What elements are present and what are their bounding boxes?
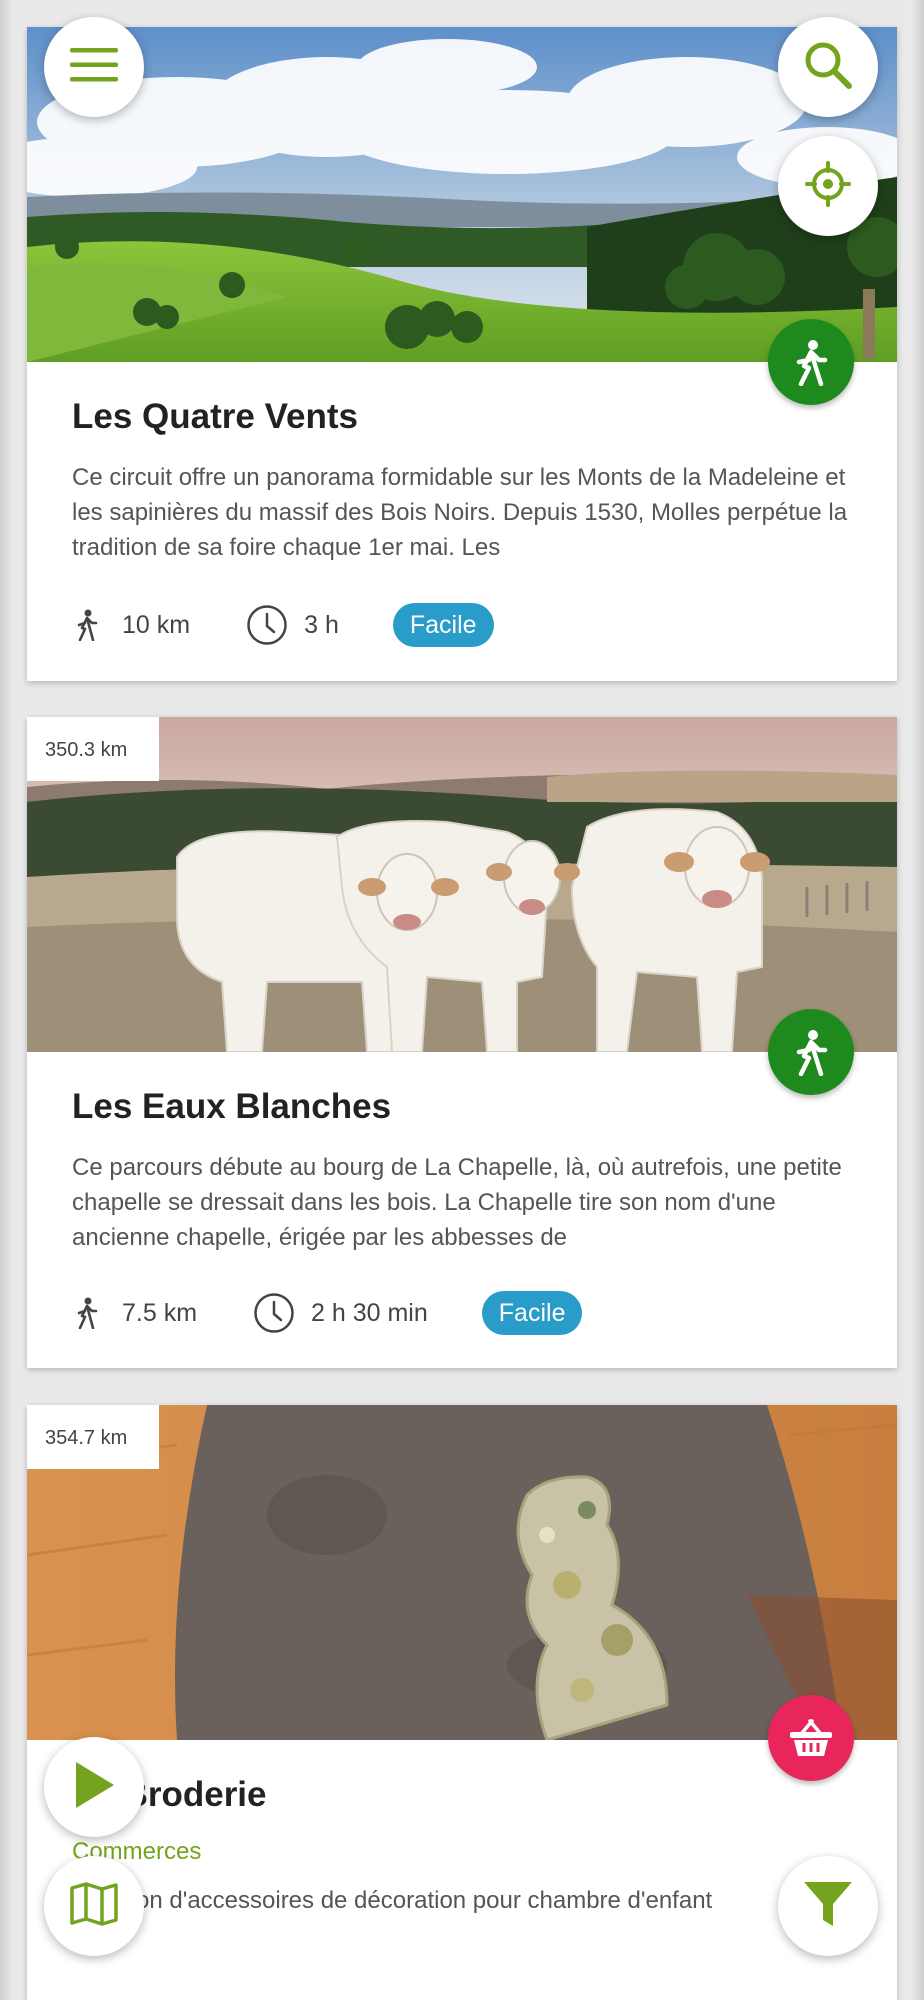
filter-button[interactable] — [778, 1856, 878, 1956]
card-photo-landscape — [27, 27, 897, 362]
walker-icon — [72, 609, 100, 641]
hiking-icon — [768, 319, 854, 405]
shopping-basket-icon — [768, 1695, 854, 1781]
screen-edge-left — [0, 0, 14, 2000]
play-button[interactable] — [44, 1737, 144, 1837]
length-value: 7.5 km — [122, 1298, 198, 1327]
trek-duration: 3 h — [246, 604, 339, 646]
poi-card[interactable]: 354.7 km La Broderie Commerces Création … — [27, 1405, 897, 2000]
trek-card[interactable]: Les Quatre Vents Ce circuit offre un pan… — [27, 27, 897, 681]
hiking-icon — [768, 1009, 854, 1095]
distance-badge: 354.7 km — [27, 1405, 159, 1469]
card-description: Création d'accessoires de décoration pou… — [72, 1887, 713, 1914]
card-title: Les Quatre Vents — [72, 397, 358, 436]
duration-value: 3 h — [304, 610, 339, 639]
menu-button[interactable] — [44, 17, 144, 117]
screen-edge-right — [910, 0, 924, 2000]
crosshair-icon — [805, 160, 851, 212]
trek-duration: 2 h 30 min — [253, 1292, 428, 1334]
walker-icon — [72, 1297, 100, 1329]
menu-icon — [70, 47, 118, 87]
map-button[interactable] — [44, 1856, 144, 1956]
difficulty-badge: Facile — [481, 1291, 583, 1335]
trek-info-row: 10 km 3 h Facile — [72, 602, 494, 648]
clock-icon — [246, 604, 288, 646]
card-description: Ce parcours débute au bourg de La Chapel… — [72, 1154, 842, 1251]
trek-info-row: 7.5 km 2 h 30 min Facile — [72, 1290, 583, 1336]
search-icon — [803, 40, 853, 95]
duration-value: 2 h 30 min — [311, 1298, 428, 1327]
clock-icon — [253, 1292, 295, 1334]
map-icon — [69, 1881, 119, 1931]
play-icon — [72, 1760, 116, 1815]
difficulty-badge: Facile — [392, 603, 494, 647]
card-title: Les Eaux Blanches — [72, 1087, 392, 1126]
distance-badge: 350.3 km — [27, 717, 159, 781]
trek-length: 10 km — [72, 609, 190, 641]
locate-button[interactable] — [778, 136, 878, 236]
filter-icon — [802, 1878, 854, 1935]
card-description: Ce circuit offre un panorama formidable … — [72, 464, 848, 561]
length-value: 10 km — [122, 610, 191, 639]
search-button[interactable] — [778, 17, 878, 117]
trek-length: 7.5 km — [72, 1297, 197, 1329]
trek-card[interactable]: 350.3 km Les Eaux Blanches Ce parcours d… — [27, 717, 897, 1368]
